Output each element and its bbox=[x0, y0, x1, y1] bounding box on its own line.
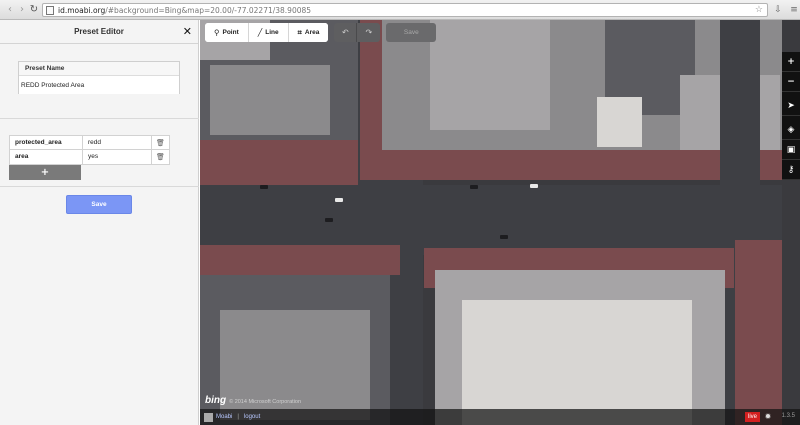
preset-name-label: Preset Name bbox=[19, 62, 179, 76]
tag-row: area yes 🗑 bbox=[9, 150, 170, 165]
reload-icon[interactable]: ↻ bbox=[28, 3, 40, 17]
add-tag-button[interactable]: + bbox=[9, 165, 81, 180]
close-icon[interactable]: ✕ bbox=[183, 25, 192, 38]
logout-link[interactable]: logout bbox=[244, 414, 260, 420]
preset-name-input[interactable] bbox=[19, 76, 179, 94]
save-button[interactable]: Save bbox=[66, 195, 132, 214]
live-badge: live bbox=[744, 412, 760, 422]
map-controls: + − ➤ ◈ ▣ ⚷ bbox=[782, 52, 800, 180]
divider bbox=[0, 118, 199, 119]
map-building bbox=[462, 300, 692, 425]
map-data-icon[interactable]: ▣ bbox=[782, 140, 800, 160]
area-label: Area bbox=[304, 29, 320, 36]
undo-icon[interactable]: ↶ bbox=[334, 23, 358, 42]
version-text: 1.3.5 bbox=[781, 413, 795, 419]
help-icon[interactable]: ⚷ bbox=[782, 160, 800, 180]
panel-title: Preset Editor bbox=[74, 27, 124, 36]
zoom-out-icon[interactable]: − bbox=[782, 72, 800, 92]
point-label: Point bbox=[222, 29, 239, 36]
bing-logo: bing bbox=[205, 395, 227, 406]
map-car bbox=[325, 218, 333, 222]
map-sidewalk bbox=[200, 245, 400, 275]
point-icon: ⚲ bbox=[214, 28, 220, 37]
copyright-text: © 2014 Microsoft Corporation bbox=[229, 399, 302, 405]
layers-icon[interactable]: ◈ bbox=[782, 120, 800, 140]
menu-icon[interactable]: ≡ bbox=[788, 3, 800, 16]
map-car bbox=[470, 185, 478, 189]
locate-icon[interactable]: ➤ bbox=[782, 96, 800, 116]
map-car bbox=[260, 185, 268, 189]
redo-icon[interactable]: ↷ bbox=[357, 23, 380, 42]
undo-redo-group: ↶ ↷ bbox=[334, 23, 381, 42]
url-host: id.moabi.org bbox=[58, 5, 106, 15]
tag-value[interactable]: redd bbox=[83, 136, 152, 149]
trash-icon[interactable]: 🗑 bbox=[152, 136, 169, 149]
download-icon[interactable]: ⇩ bbox=[772, 3, 784, 16]
forward-icon[interactable]: › bbox=[16, 3, 28, 17]
divider bbox=[0, 186, 199, 187]
tag-row: protected_area redd 🗑 bbox=[9, 135, 170, 150]
bookmark-star-icon[interactable]: ☆ bbox=[755, 4, 763, 15]
add-line-button[interactable]: ╱ Line bbox=[248, 23, 289, 42]
map-building bbox=[430, 20, 550, 130]
page-icon bbox=[46, 5, 54, 15]
map-save-button[interactable]: Save bbox=[386, 23, 437, 42]
footer-separator: | bbox=[237, 414, 239, 420]
map-car bbox=[530, 184, 538, 188]
line-label: Line bbox=[265, 29, 279, 36]
map-building bbox=[210, 65, 330, 135]
trash-icon[interactable]: 🗑 bbox=[152, 150, 169, 164]
zoom-in-icon[interactable]: + bbox=[782, 52, 800, 72]
map-footer: Moabi | logout live ✹ 1.3.5 bbox=[200, 409, 800, 425]
tag-key[interactable]: protected_area bbox=[10, 136, 83, 149]
area-icon: ⌗ bbox=[297, 27, 302, 37]
back-icon[interactable]: ‹ bbox=[4, 3, 16, 17]
map-car bbox=[335, 198, 343, 202]
tag-table: protected_area redd 🗑 area yes 🗑 bbox=[9, 135, 170, 165]
edit-toolbar: ⚲ Point ╱ Line ⌗ Area ↶ ↷ Save bbox=[205, 23, 437, 42]
map-building bbox=[597, 97, 642, 147]
bug-report-icon[interactable]: ✹ bbox=[763, 411, 773, 422]
add-area-button[interactable]: ⌗ Area bbox=[288, 23, 329, 42]
user-link[interactable]: Moabi bbox=[216, 414, 232, 420]
url-path: /#background=Bing&map=20.00/-77.02271/38… bbox=[105, 5, 312, 15]
map-car bbox=[500, 235, 508, 239]
map-view[interactable]: ⚲ Point ╱ Line ⌗ Area ↶ ↷ Save + − ➤ ◈ ▣… bbox=[200, 20, 800, 425]
add-point-button[interactable]: ⚲ Point bbox=[205, 23, 249, 42]
browser-toolbar: ‹ › ↻ id.moabi.org/#background=Bing&map=… bbox=[0, 0, 800, 20]
preset-editor-panel: Preset Editor ✕ Preset Name protected_ar… bbox=[0, 20, 199, 425]
imagery-attribution: bing © 2014 Microsoft Corporation bbox=[205, 395, 301, 406]
panel-header: Preset Editor ✕ bbox=[0, 20, 198, 44]
tag-value[interactable]: yes bbox=[83, 150, 152, 164]
preset-name-field: Preset Name bbox=[18, 61, 180, 94]
map-sidewalk bbox=[360, 20, 382, 180]
avatar bbox=[204, 412, 213, 422]
address-bar[interactable]: id.moabi.org/#background=Bing&map=20.00/… bbox=[42, 3, 768, 17]
map-sidewalk bbox=[735, 240, 782, 425]
map-sidewalk bbox=[200, 140, 370, 185]
line-icon: ╱ bbox=[257, 28, 263, 37]
tag-key[interactable]: area bbox=[10, 150, 83, 164]
add-feature-group: ⚲ Point ╱ Line ⌗ Area bbox=[205, 23, 329, 42]
